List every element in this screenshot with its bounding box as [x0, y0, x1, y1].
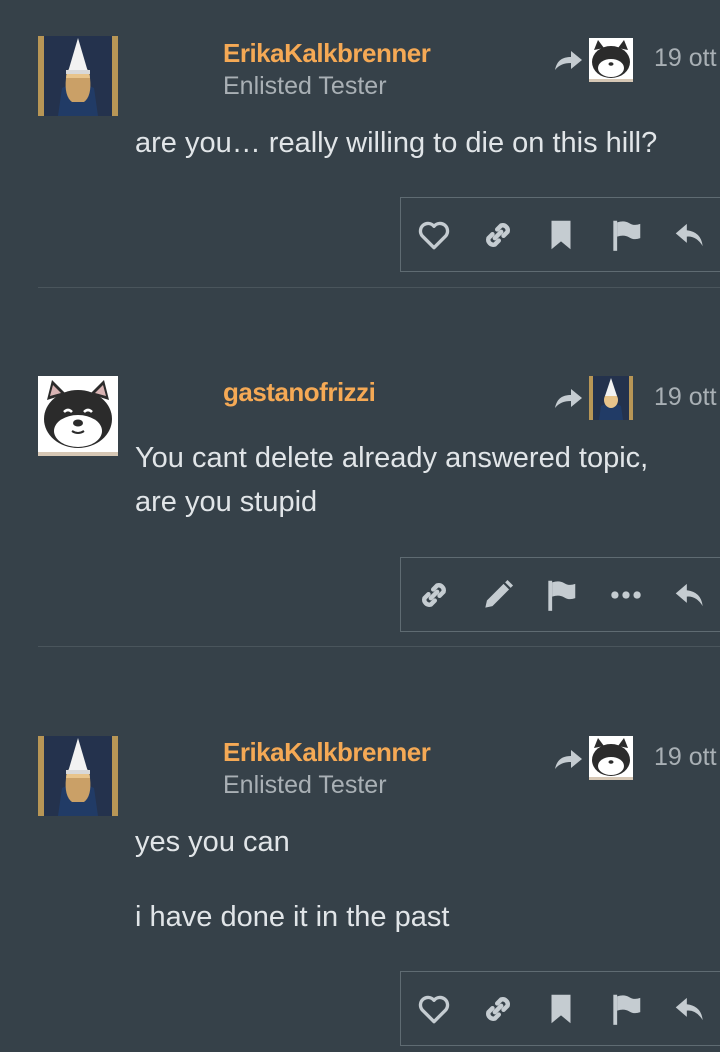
reply-to-arrow-icon: [555, 389, 582, 408]
post-body-line: are you… really willing to die on this h…: [135, 127, 658, 159]
user-title: Enlisted Tester: [223, 72, 387, 100]
post-date[interactable]: 19 ott: [654, 383, 717, 412]
avatar-erika[interactable]: [38, 36, 118, 116]
bookmark-icon[interactable]: [542, 216, 580, 254]
post-date[interactable]: 19 ott: [654, 743, 717, 772]
post-actions: [400, 971, 720, 1046]
reply-to-avatar[interactable]: [589, 376, 633, 420]
reply-icon[interactable]: [671, 576, 709, 614]
more-dots-icon[interactable]: [607, 576, 645, 614]
reply-to-arrow-icon: [555, 51, 582, 70]
post-author[interactable]: ErikaKalkbrenner: [223, 38, 431, 69]
post-body-line: yes you can: [135, 826, 290, 858]
bookmark-icon[interactable]: [542, 990, 580, 1028]
heart-icon[interactable]: [415, 216, 453, 254]
post-author[interactable]: gastanofrizzi: [223, 377, 376, 408]
user-title: Enlisted Tester: [223, 771, 387, 799]
post-body-line: are you stupid: [135, 486, 318, 518]
reply-to-arrow-icon: [555, 750, 582, 769]
avatar-erika[interactable]: [38, 736, 118, 816]
reply-icon[interactable]: [671, 216, 709, 254]
post-body-line: You cant delete already answered topic,: [135, 442, 649, 474]
post-date[interactable]: 19 ott: [654, 44, 717, 73]
post-divider: [38, 287, 720, 288]
reply-icon[interactable]: [671, 990, 709, 1028]
flag-icon[interactable]: [607, 990, 645, 1028]
post-author[interactable]: ErikaKalkbrenner: [223, 737, 431, 768]
link-icon[interactable]: [479, 216, 517, 254]
post-divider: [38, 646, 720, 647]
heart-icon[interactable]: [415, 990, 453, 1028]
post-body-line: i have done it in the past: [135, 901, 450, 933]
reply-to-avatar[interactable]: [589, 736, 633, 780]
link-icon[interactable]: [479, 990, 517, 1028]
post-actions: [400, 557, 720, 632]
flag-icon[interactable]: [607, 216, 645, 254]
reply-to-avatar[interactable]: [589, 38, 633, 82]
avatar-gastanofrizzi[interactable]: [38, 376, 118, 456]
post-actions: [400, 197, 720, 272]
flag-icon[interactable]: [542, 576, 580, 614]
link-icon[interactable]: [415, 576, 453, 614]
edit-pencil-icon[interactable]: [479, 576, 517, 614]
